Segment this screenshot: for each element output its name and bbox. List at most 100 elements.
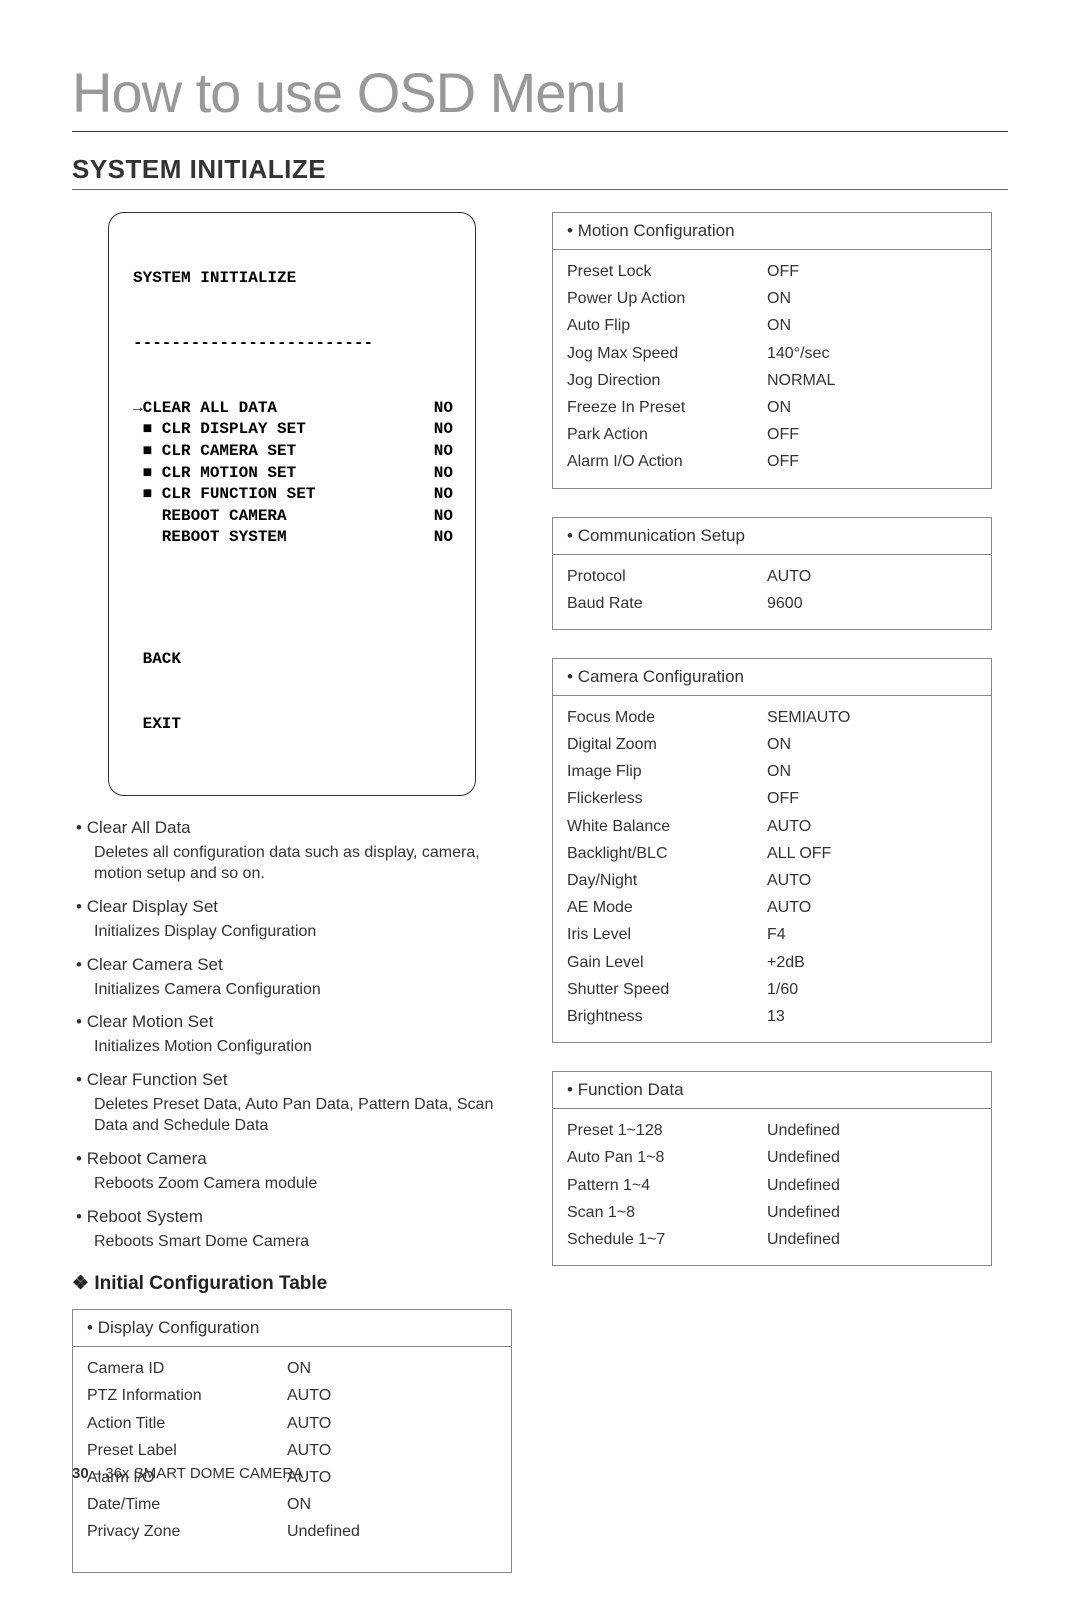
- osd-item-label: ■ CLR DISPLAY SET: [133, 419, 306, 441]
- row-key: Baud Rate: [567, 590, 767, 617]
- row-key: White Balance: [567, 813, 767, 840]
- table-row: Privacy ZoneUndefined: [87, 1518, 497, 1545]
- row-value: AUTO: [767, 563, 977, 590]
- function-data-card: Function Data Preset 1~128UndefinedAuto …: [552, 1071, 992, 1266]
- camera-config-card: Camera Configuration Focus ModeSEMIAUTOD…: [552, 658, 992, 1043]
- footer-model: 36x SMART DOME CAMERA: [105, 1465, 303, 1482]
- osd-item-value: NO: [434, 419, 453, 441]
- description-body: Deletes all configuration data such as d…: [76, 842, 512, 885]
- description-item: Reboot CameraReboots Zoom Camera module: [76, 1149, 512, 1195]
- row-key: Preset Lock: [567, 258, 767, 285]
- row-value: AUTO: [287, 1410, 497, 1437]
- osd-item-label: ■ CLR CAMERA SET: [133, 441, 296, 463]
- table-row: Auto Pan 1~8Undefined: [567, 1144, 977, 1171]
- row-value: ON: [767, 731, 977, 758]
- osd-heading: SYSTEM INITIALIZE: [133, 268, 453, 290]
- table-row: Focus ModeSEMIAUTO: [567, 704, 977, 731]
- row-key: Brightness: [567, 1003, 767, 1030]
- card-header: Display Configuration: [73, 1310, 511, 1347]
- table-row: FlickerlessOFF: [567, 785, 977, 812]
- description-term: Reboot System: [76, 1207, 512, 1227]
- row-key: Iris Level: [567, 921, 767, 948]
- row-value: Undefined: [767, 1199, 977, 1226]
- row-key: Privacy Zone: [87, 1518, 287, 1545]
- description-item: Clear Display SetInitializes Display Con…: [76, 897, 512, 943]
- section-rule: [72, 189, 1008, 190]
- table-row: Action TitleAUTO: [87, 1410, 497, 1437]
- row-value: SEMIAUTO: [767, 704, 977, 731]
- row-value: Undefined: [287, 1518, 497, 1545]
- table-row: Date/TimeON: [87, 1491, 497, 1518]
- table-row: PTZ InformationAUTO: [87, 1382, 497, 1409]
- table-row: Jog DirectionNORMAL: [567, 367, 977, 394]
- table-row: Power Up ActionON: [567, 285, 977, 312]
- osd-item-value: NO: [434, 527, 453, 549]
- table-row: Park ActionOFF: [567, 421, 977, 448]
- description-term: Clear Function Set: [76, 1070, 512, 1090]
- row-key: Camera ID: [87, 1355, 287, 1382]
- row-key: AE Mode: [567, 894, 767, 921]
- row-value: OFF: [767, 785, 977, 812]
- osd-item-label: REBOOT CAMERA: [133, 506, 287, 528]
- osd-item-label: ■ CLR MOTION SET: [133, 463, 296, 485]
- osd-item-value: NO: [434, 398, 453, 420]
- row-key: Date/Time: [87, 1491, 287, 1518]
- card-body: Preset LockOFFPower Up ActionONAuto Flip…: [553, 250, 991, 488]
- card-header: Motion Configuration: [553, 213, 991, 250]
- row-key: Protocol: [567, 563, 767, 590]
- description-body: Reboots Smart Dome Camera: [76, 1231, 512, 1253]
- table-row: White BalanceAUTO: [567, 813, 977, 840]
- osd-item-value: NO: [434, 441, 453, 463]
- section-heading: SYSTEM INITIALIZE: [72, 154, 1008, 185]
- row-key: Jog Direction: [567, 367, 767, 394]
- table-row: Freeze In PresetON: [567, 394, 977, 421]
- table-row: Pattern 1~4Undefined: [567, 1172, 977, 1199]
- table-row: Digital ZoomON: [567, 731, 977, 758]
- description-item: Clear Camera SetInitializes Camera Confi…: [76, 955, 512, 1001]
- motion-config-card: Motion Configuration Preset LockOFFPower…: [552, 212, 992, 489]
- table-row: Image FlipON: [567, 758, 977, 785]
- osd-item-value: NO: [434, 506, 453, 528]
- table-row: Schedule 1~7Undefined: [567, 1226, 977, 1253]
- osd-item-label: REBOOT SYSTEM: [133, 527, 287, 549]
- osd-back: BACK: [133, 649, 453, 671]
- card-body: Preset 1~128UndefinedAuto Pan 1~8Undefin…: [553, 1109, 991, 1265]
- row-value: OFF: [767, 258, 977, 285]
- osd-item-value: NO: [434, 484, 453, 506]
- row-value: Undefined: [767, 1117, 977, 1144]
- table-row: Preset LabelAUTO: [87, 1437, 497, 1464]
- table-row: Shutter Speed1/60: [567, 976, 977, 1003]
- card-body: Camera IDONPTZ InformationAUTOAction Tit…: [73, 1347, 511, 1557]
- description-term: Clear Motion Set: [76, 1012, 512, 1032]
- left-column: SYSTEM INITIALIZE ----------------------…: [72, 212, 512, 1601]
- page-footer: 30 – 36x SMART DOME CAMERA: [72, 1465, 303, 1482]
- row-key: Preset Label: [87, 1437, 287, 1464]
- row-value: NORMAL: [767, 367, 977, 394]
- osd-item-label: ■ CLR FUNCTION SET: [133, 484, 315, 506]
- row-value: AUTO: [287, 1382, 497, 1409]
- description-item: Clear Function Set Deletes Preset Data, A…: [76, 1070, 512, 1137]
- row-key: Day/Night: [567, 867, 767, 894]
- table-row: Gain Level+2dB: [567, 949, 977, 976]
- description-item: Reboot System Reboots Smart Dome Camera: [76, 1207, 512, 1253]
- two-column-layout: SYSTEM INITIALIZE ----------------------…: [72, 212, 1008, 1601]
- description-body: Initializes Motion Configuration: [76, 1036, 512, 1058]
- description-term: Clear Camera Set: [76, 955, 512, 975]
- table-row: Preset LockOFF: [567, 258, 977, 285]
- description-body: Deletes Preset Data, Auto Pan Data, Patt…: [76, 1094, 512, 1137]
- row-key: Scan 1~8: [567, 1199, 767, 1226]
- row-key: Gain Level: [567, 949, 767, 976]
- initial-config-heading: Initial Configuration Table: [72, 1272, 512, 1295]
- table-row: Brightness13: [567, 1003, 977, 1030]
- row-key: Auto Flip: [567, 312, 767, 339]
- table-row: Jog Max Speed140°/sec: [567, 340, 977, 367]
- osd-item-value: NO: [434, 463, 453, 485]
- row-value: AUTO: [287, 1464, 497, 1491]
- row-key: Preset 1~128: [567, 1117, 767, 1144]
- table-row: Preset 1~128Undefined: [567, 1117, 977, 1144]
- row-value: Undefined: [767, 1226, 977, 1253]
- table-row: Scan 1~8Undefined: [567, 1199, 977, 1226]
- row-value: ON: [767, 758, 977, 785]
- right-column: Motion Configuration Preset LockOFFPower…: [552, 212, 992, 1601]
- row-key: Alarm I/O Action: [567, 448, 767, 475]
